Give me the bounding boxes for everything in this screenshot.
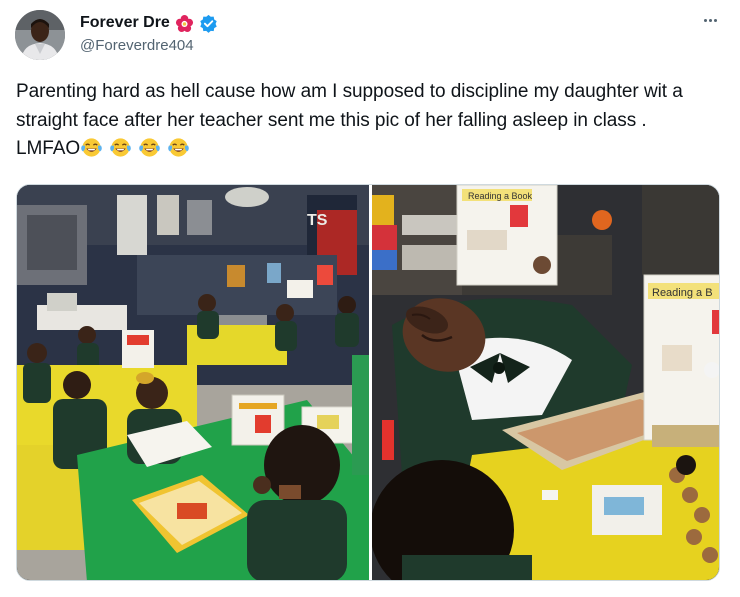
author-avatar[interactable] bbox=[15, 10, 65, 60]
classroom-wide-photo[interactable]: TS bbox=[17, 185, 369, 580]
emoji-row bbox=[80, 138, 196, 159]
author-block: Forever Dre @Foreverdre404 bbox=[80, 13, 218, 54]
verified-badge-icon[interactable] bbox=[199, 14, 218, 33]
dot bbox=[713, 18, 717, 22]
tears-of-joy-emoji bbox=[139, 138, 160, 157]
tweet-media[interactable]: TS Reading a Book Reading a B bbox=[16, 184, 720, 581]
wall-letters: TS bbox=[307, 212, 328, 229]
classroom-scene: TS bbox=[17, 185, 369, 580]
avatar-image bbox=[15, 10, 65, 60]
right-sign-label: Reading a B bbox=[652, 287, 713, 299]
tears-of-joy-emoji bbox=[81, 138, 102, 157]
more-options-icon[interactable] bbox=[697, 10, 723, 30]
tweet-text: Parenting hard as hell cause how am I su… bbox=[16, 78, 716, 164]
tears-of-joy-emoji bbox=[110, 138, 131, 157]
tears-of-joy-emoji bbox=[168, 138, 189, 157]
sleeping-scene: Reading a Book Reading a B bbox=[372, 185, 719, 580]
author-handle[interactable]: @Foreverdre404 bbox=[80, 37, 218, 54]
flower-emoji-icon bbox=[175, 14, 193, 32]
sleeping-child-photo[interactable]: Reading a Book Reading a B bbox=[372, 185, 719, 580]
dot bbox=[708, 18, 712, 22]
author-display-name[interactable]: Forever Dre bbox=[80, 14, 170, 32]
back-sign-label: Reading a Book bbox=[468, 191, 533, 201]
dot bbox=[703, 18, 707, 22]
